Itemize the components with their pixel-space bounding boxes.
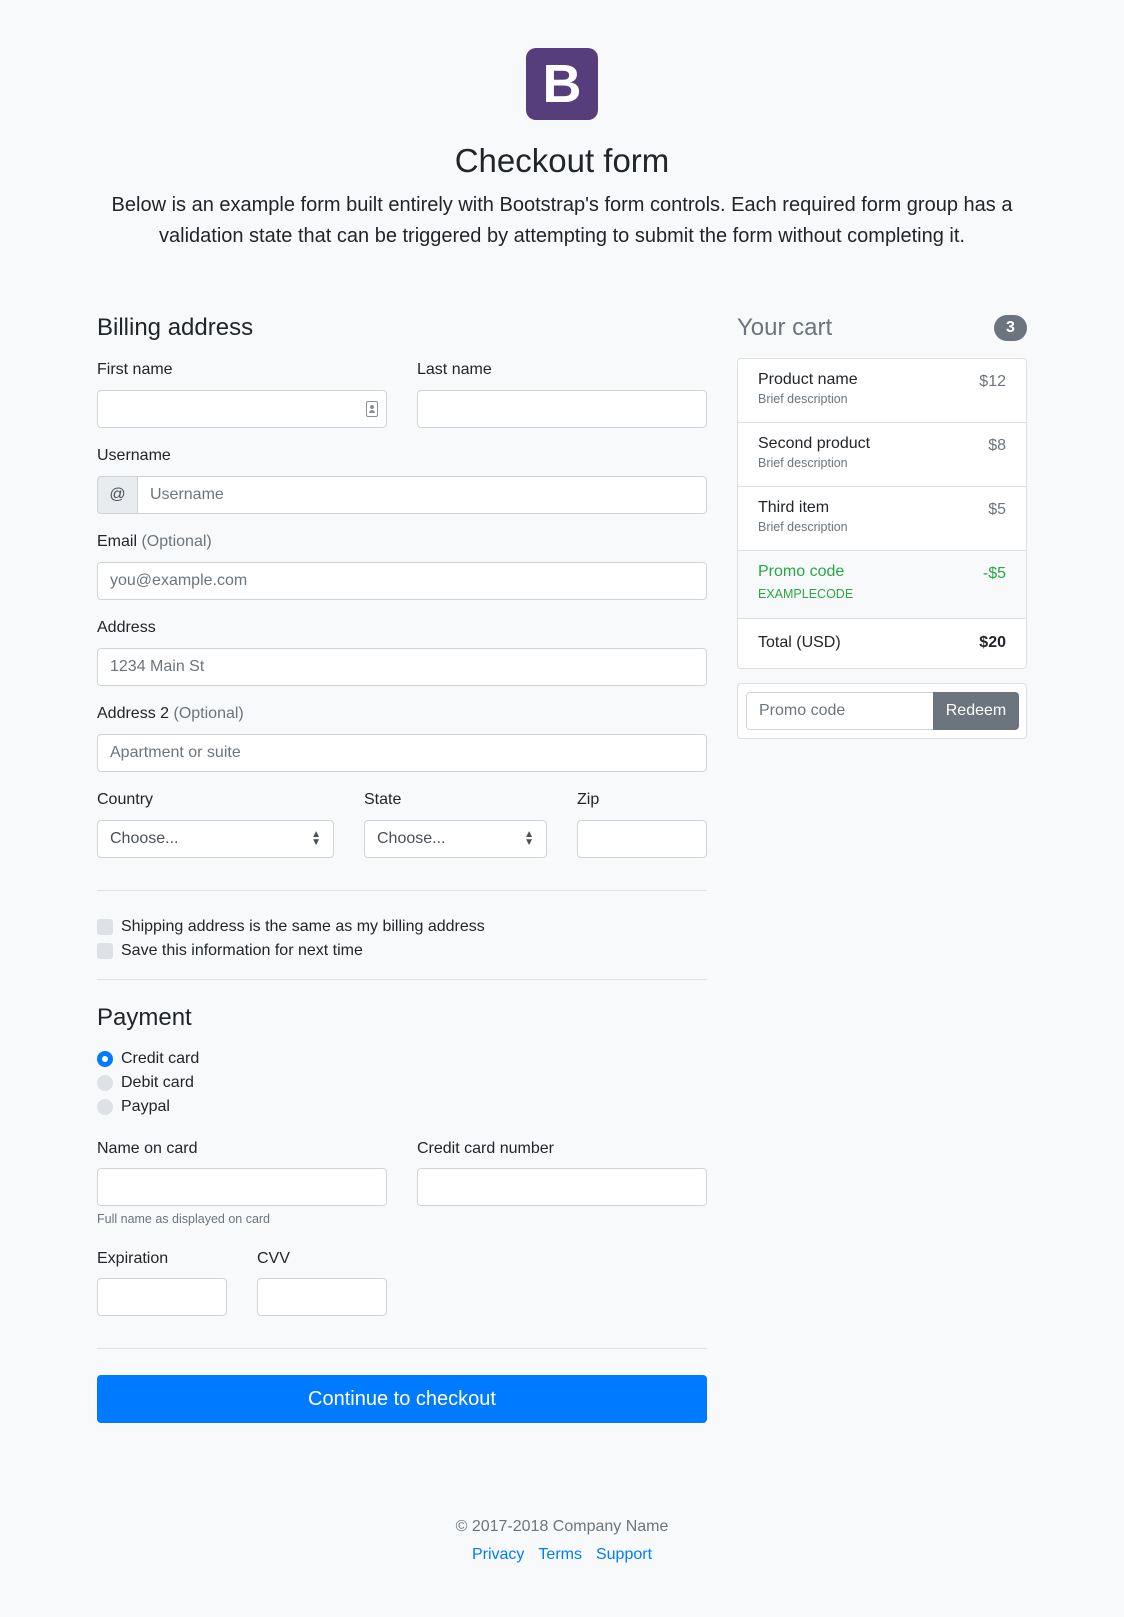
country-label: Country [97,791,154,808]
address2-label: Address 2 (Optional) [97,705,244,723]
cart-count-badge: 3 [994,315,1027,341]
cart-item-name: Third item [758,499,830,516]
address2-optional-text: (Optional) [173,705,244,722]
cart-total-row: Total (USD) $20 [738,619,1026,668]
redeem-button[interactable]: Redeem [933,692,1019,730]
cart-item-desc: Brief description [758,456,848,470]
cart-item-name: Product name [758,371,858,388]
footer-link-terms[interactable]: Terms [538,1546,582,1564]
checkbox-box[interactable] [97,943,113,959]
cart-item-price: $8 [988,437,1006,454]
address-label: Address [97,619,156,636]
cart-item-desc: Brief description [758,520,848,534]
payment-method-paypal[interactable]: Paypal [97,1098,170,1116]
checkout-page: B Checkout form Below is an example form… [0,0,1124,1617]
total-value: $20 [979,634,1006,651]
first-name-input[interactable] [97,390,387,428]
same-address-label: Shipping address is the same as my billi… [121,918,485,935]
state-select-value: Choose... [377,830,446,847]
country-select-value: Choose... [110,830,179,847]
cart-item-price: $5 [988,501,1006,518]
card-number-label: Credit card number [417,1140,554,1157]
cart-list: Product name Brief description $12 Secon… [737,358,1027,669]
footer-link-privacy[interactable]: Privacy [472,1546,524,1564]
select-arrows-icon: ▲ ▼ [524,829,534,848]
continue-to-checkout-button[interactable]: Continue to checkout [97,1375,707,1423]
name-on-card-input[interactable] [97,1168,387,1206]
radio-button[interactable] [97,1099,113,1115]
save-info-checkbox[interactable]: Save this information for next time [97,942,363,960]
last-name-label: Last name [417,361,492,378]
footer-copyright: © 2017-2018 Company Name [455,1518,669,1535]
radio-button[interactable] [97,1051,113,1067]
address-input[interactable]: 1234 Main St [97,648,707,686]
promo-amount: -$5 [982,565,1006,582]
billing-heading: Billing address [97,314,254,341]
state-label: State [364,791,402,808]
card-number-input[interactable] [417,1168,707,1206]
email-optional-text: (Optional) [141,533,212,550]
divider [97,890,707,891]
cart-item-desc: Brief description [758,392,848,406]
username-input[interactable]: Username [137,476,707,514]
last-name-input[interactable] [417,390,707,428]
payment-method-label: Debit card [121,1074,194,1091]
payment-method-credit[interactable]: Credit card [97,1050,199,1068]
footer-link-support[interactable]: Support [596,1546,652,1564]
email-label: Email (Optional) [97,533,212,551]
promo-code-card: Promo code Redeem [737,683,1027,739]
divider [97,979,707,980]
expiration-input[interactable] [97,1278,227,1316]
contact-card-icon[interactable] [366,401,378,417]
payment-method-debit[interactable]: Debit card [97,1074,194,1092]
footer-links: Privacy Terms Support [0,1546,1124,1564]
zip-label: Zip [577,791,600,808]
first-name-label: First name [97,361,173,378]
promo-name: Promo code [758,563,845,580]
payment-heading: Payment [97,1004,192,1031]
email-input[interactable]: you@example.com [97,562,707,600]
select-arrows-icon: ▲ ▼ [311,829,321,848]
cart-promo-row: Promo code EXAMPLECODE -$5 [738,551,1026,619]
address2-input[interactable]: Apartment or suite [97,734,707,772]
divider [97,1348,707,1349]
username-label: Username [97,447,171,464]
state-select[interactable]: Choose... ▲ ▼ [364,820,547,858]
zip-input[interactable] [577,820,707,858]
cvv-input[interactable] [257,1278,387,1316]
country-select[interactable]: Choose... ▲ ▼ [97,820,334,858]
same-address-checkbox[interactable]: Shipping address is the same as my billi… [97,918,485,936]
logo-letter: B [542,54,582,114]
page-lead: Below is an example form built entirely … [111,194,1013,247]
cart-item-name: Second product [758,435,871,452]
save-info-label: Save this information for next time [121,942,363,959]
cart-item: Third item Brief description $5 [738,487,1026,551]
email-label-text: Email [97,533,138,550]
cvv-label: CVV [257,1250,290,1267]
promo-code-input[interactable]: Promo code [746,692,933,730]
bootstrap-logo: B [526,48,598,120]
expiration-label: Expiration [97,1250,169,1267]
radio-button[interactable] [97,1075,113,1091]
cart-item: Second product Brief description $8 [738,423,1026,487]
payment-method-label: Paypal [121,1098,170,1115]
cart-item: Product name Brief description $12 [738,359,1026,423]
username-prefix: @ [97,476,137,514]
name-on-card-label: Name on card [97,1140,198,1157]
total-label: Total (USD) [758,634,841,651]
checkbox-box[interactable] [97,919,113,935]
cart-title: Your cart [737,314,833,341]
page-title: Checkout form [454,142,670,179]
cart-item-price: $12 [979,373,1006,390]
promo-code: EXAMPLECODE [758,587,854,601]
payment-method-label: Credit card [121,1050,200,1067]
name-on-card-help: Full name as displayed on card [97,1212,271,1226]
address2-label-text: Address 2 [97,705,170,722]
